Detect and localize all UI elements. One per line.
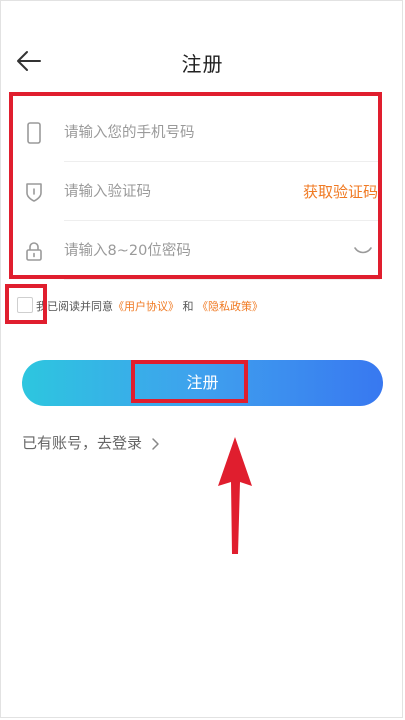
- agreement-prefix: 我已阅读并同意: [36, 300, 113, 313]
- agreement-conjunction: 和: [182, 300, 194, 313]
- agreement-row: 我已阅读并同意《用户协议》 和 《隐私政策》: [14, 292, 394, 318]
- password-row: [22, 222, 380, 280]
- eye-closed-icon: [354, 247, 372, 254]
- password-input[interactable]: [64, 236, 294, 266]
- lock-icon: [26, 242, 42, 261]
- login-link[interactable]: 已有账号，去登录: [22, 432, 161, 453]
- get-code-button[interactable]: 获取验证码: [303, 181, 378, 202]
- verification-code-row: 获取验证码: [22, 163, 380, 221]
- user-agreement-link[interactable]: 《用户协议》: [113, 300, 179, 313]
- divider: [64, 161, 380, 162]
- verification-code-input[interactable]: [64, 177, 264, 207]
- phone-input[interactable]: [64, 118, 294, 148]
- shield-icon: [26, 183, 42, 202]
- phone-row: [22, 104, 380, 162]
- register-button-label: 注册: [186, 373, 219, 392]
- login-link-label: 已有账号，去登录: [22, 434, 143, 452]
- phone-icon: [27, 122, 41, 144]
- header-bar: 注册: [0, 36, 405, 84]
- register-button[interactable]: 注册: [22, 360, 383, 406]
- password-visibility-toggle[interactable]: [352, 239, 374, 261]
- chevron-right-icon: [152, 437, 159, 450]
- agreement-checkbox[interactable]: [17, 297, 33, 313]
- agreement-text: 我已阅读并同意《用户协议》 和 《隐私政策》: [36, 298, 263, 314]
- page-title: 注册: [181, 52, 224, 76]
- privacy-policy-link[interactable]: 《隐私政策》: [197, 300, 263, 313]
- divider: [64, 220, 380, 221]
- divider: [64, 279, 380, 280]
